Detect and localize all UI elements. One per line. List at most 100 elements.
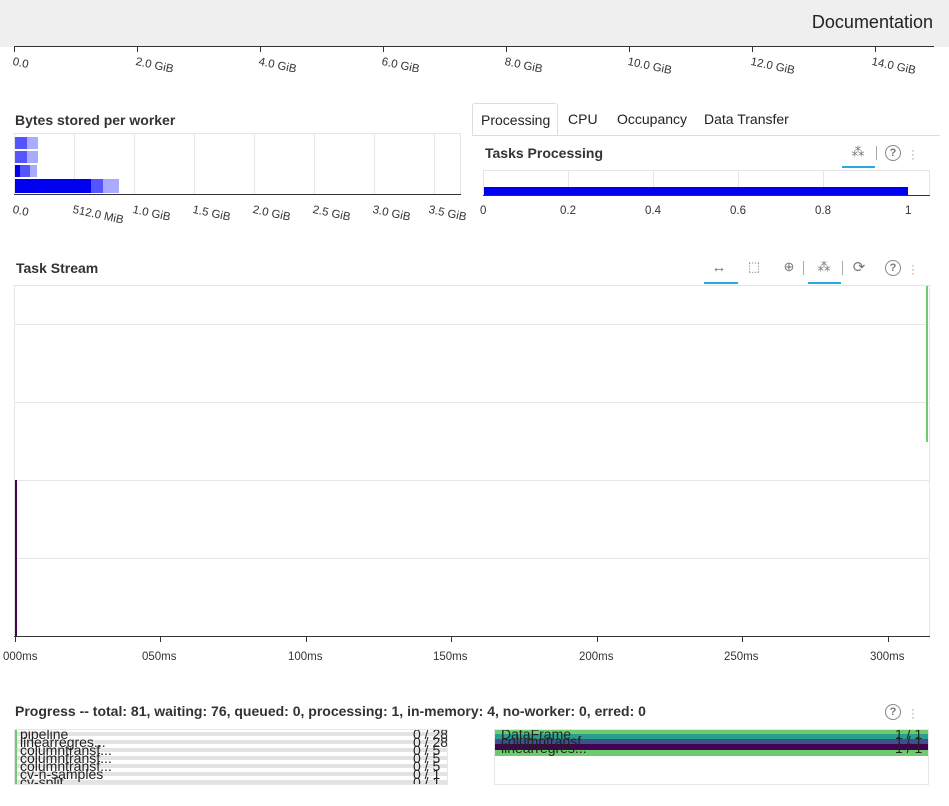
axis-tick-label: 000ms (3, 651, 38, 663)
tasks-processing-title: Tasks Processing (485, 145, 604, 161)
axis-tick-label: 0 (480, 205, 487, 217)
worker-bar (103, 179, 119, 193)
axis-tick-label: 10.0 GiB (626, 56, 673, 78)
bytes-axis-line (14, 194, 461, 195)
grid-line (254, 134, 255, 194)
axis-tick-label: 1.0 GiB (131, 204, 172, 224)
task-stream-plot (14, 285, 930, 637)
tasks-axis-line (483, 195, 930, 196)
help-icon[interactable]: ? (885, 260, 901, 276)
reset-icon[interactable]: ⟳ (848, 258, 870, 276)
tab-processing[interactable]: Processing (472, 103, 558, 135)
axis-tick-label: 1 (905, 205, 912, 217)
pan-icon[interactable]: ↔ (708, 259, 730, 276)
box-zoom-icon[interactable]: ⬚ (742, 259, 766, 275)
processing-tabs: Processing CPU Occupancy Data Transfer (472, 103, 940, 136)
axis-tick-label: 3.5 GiB (427, 204, 468, 224)
tab-occupancy[interactable]: Occupancy (609, 103, 695, 135)
worker-bar (15, 179, 91, 193)
progress-item-count: 0 / 1 (413, 774, 441, 785)
progress-right-pane: DataFrame 1 / 1 columntransf... 1 / 1 li… (494, 729, 929, 785)
progress-item-name: linearregres... (501, 740, 587, 756)
axis-tick-label: 12.0 GiB (749, 56, 796, 78)
active-tool-indicator (704, 282, 738, 284)
worker-bar (15, 151, 27, 163)
toolbar-separator (842, 261, 843, 275)
tasks-processing-bar (484, 187, 908, 195)
toolbar-separator (803, 261, 804, 275)
hover-icon[interactable]: ⁂ (813, 259, 835, 275)
axis-tick (506, 47, 507, 52)
top-bar: Documentation (0, 0, 949, 47)
axis-tick (260, 47, 261, 52)
axis-tick (383, 47, 384, 52)
progress-item-name: cv-split (20, 774, 64, 785)
axis-tick (597, 637, 598, 642)
grid-line (15, 480, 929, 481)
worker-bar (91, 179, 103, 193)
axis-tick (137, 47, 138, 52)
task-stream-bar (926, 286, 928, 442)
help-icon[interactable]: ? (885, 145, 901, 161)
bytes-per-worker-title: Bytes stored per worker (15, 112, 176, 128)
progress-item-count: 1 / 1 (895, 740, 923, 756)
axis-tick-label: 3.0 GiB (371, 204, 412, 224)
worker-bar (27, 151, 38, 163)
axis-tick-label: 0.6 (730, 205, 746, 217)
progress-bar (15, 730, 17, 784)
grid-line (15, 558, 929, 559)
axis-tick-label: 100ms (288, 651, 323, 663)
axis-tick-label: 0.0 (11, 56, 30, 72)
axis-tick-label: 2.5 GiB (311, 204, 352, 224)
axis-tick (629, 47, 630, 52)
axis-tick-label: 14.0 GiB (870, 56, 917, 78)
grid-line (134, 134, 135, 194)
axis-tick-label: 1.5 GiB (191, 204, 232, 224)
task-stream-bar (15, 480, 17, 636)
axis-tick (888, 637, 889, 642)
axis-tick-label: 4.0 GiB (257, 56, 298, 76)
grid-line (15, 402, 929, 403)
axis-tick-label: 6.0 GiB (380, 56, 421, 76)
help-icon[interactable]: ? (885, 704, 901, 720)
hover-icon[interactable]: ⁂ (847, 144, 869, 160)
worker-bar (27, 137, 38, 149)
grid-line (194, 134, 195, 194)
axis-tick-label: 0.4 (645, 205, 661, 217)
grid-line (314, 134, 315, 194)
worker-bar (15, 137, 27, 149)
worker-bar (20, 165, 30, 177)
grid-line (434, 134, 435, 194)
axis-tick (14, 47, 15, 52)
tab-cpu[interactable]: CPU (560, 103, 606, 135)
axis-tick-label: 250ms (724, 651, 759, 663)
progress-title: Progress -- total: 81, waiting: 76, queu… (15, 703, 646, 719)
axis-tick-label: 200ms (579, 651, 614, 663)
axis-tick-label: 0.0 (11, 204, 30, 220)
grid-line (15, 324, 929, 325)
axis-tick-label: 8.0 GiB (503, 56, 544, 76)
axis-tick-label: 2.0 GiB (251, 204, 292, 224)
axis-tick (451, 637, 452, 642)
tab-data-transfer[interactable]: Data Transfer (696, 103, 797, 135)
wheel-zoom-icon[interactable]: ⊕ (776, 259, 802, 275)
axis-tick-label: 0.8 (815, 205, 831, 217)
worker-bar (30, 165, 37, 177)
axis-tick (875, 47, 876, 52)
progress-left-pane: pipeline 0 / 28 linearregres... 0 / 28 c… (14, 729, 448, 785)
documentation-link[interactable]: Documentation (812, 12, 933, 33)
active-tool-indicator (842, 166, 875, 168)
axis-tick-label: 512.0 MiB (71, 204, 125, 227)
more-icon[interactable]: · · · (911, 259, 915, 279)
axis-tick-label: 300ms (870, 651, 905, 663)
axis-tick-label: 0.2 (560, 205, 576, 217)
axis-tick-label: 2.0 GiB (134, 56, 175, 76)
axis-tick (742, 637, 743, 642)
more-icon[interactable]: · · · (911, 144, 915, 164)
memory-axis-line (14, 46, 934, 47)
task-stream-title: Task Stream (16, 260, 99, 276)
toolbar-separator (876, 146, 877, 160)
axis-tick-label: 050ms (142, 651, 177, 663)
axis-tick (160, 637, 161, 642)
more-icon[interactable]: · · · (911, 703, 915, 723)
